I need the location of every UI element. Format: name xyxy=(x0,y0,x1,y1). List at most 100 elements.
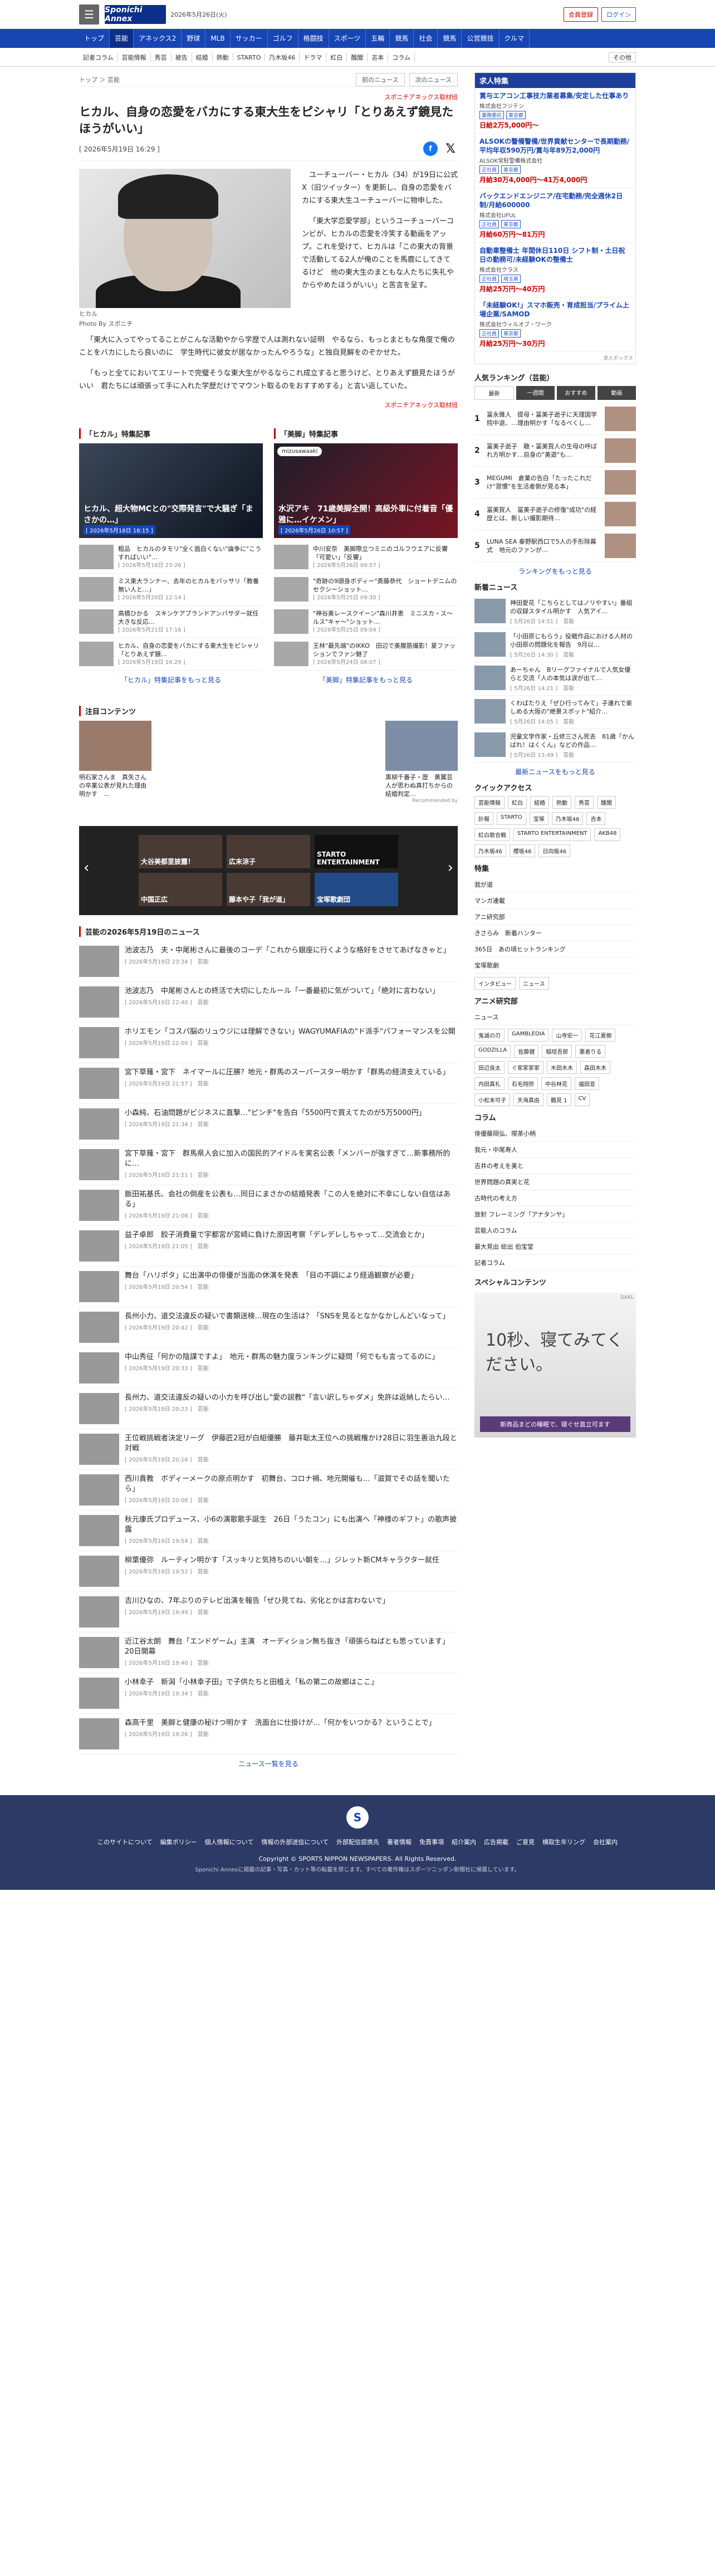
quickaccess-item[interactable]: STARTO xyxy=(497,812,526,825)
anime-link[interactable]: 鶴見 1 xyxy=(547,1093,571,1106)
ranking-item[interactable]: 4 冨美賀人 冨美子逝子の修復"成功"の経歴とは、新しい撮影期待… xyxy=(474,498,636,530)
anime-link[interactable]: GAMBLEDIA xyxy=(508,1029,549,1042)
ranking-item[interactable]: 2 冨美子逝子 聴・冨美賀人の生母の呼ばれ方明かす…自身の"美遊"も… xyxy=(474,435,636,467)
newnews-item[interactable]: あーちゃん Bリーグファイナルで人気女優らと交流「人の本気は涙が出て… [ 5月2… xyxy=(474,662,636,696)
feature-item[interactable]: 中川安奈 美脚際立つミニのゴルフウエアに反響「可愛い」「反響」 [ 2026年5月… xyxy=(274,541,458,574)
footer-logo-icon[interactable]: S xyxy=(346,1806,369,1829)
attention-card[interactable]: 黒柳千番子・歴 黄翼芸人が思わぬ真打ちからの結婚判定… Recommended … xyxy=(385,721,458,804)
news-item[interactable]: ホリエモン「コスパ脳のリュウジには理解できない」WAGYUMAFIAの"ド派手"… xyxy=(79,1023,458,1063)
news-item[interactable]: 森高千里 美脚と健康の秘けつ明かす 洗面台に仕掛けが…「何かをいつかる？というこ… xyxy=(79,1714,458,1754)
ranking-tab[interactable]: おすすめ xyxy=(557,386,595,400)
news-item[interactable]: 小森純、石油問題がビジネスに直撃…"ピンチ"を告白「5500円で買えてたのが5万… xyxy=(79,1104,458,1145)
footer-link[interactable]: 紹介案内 xyxy=(452,1837,476,1846)
carousel-card[interactable]: 広末涼子 xyxy=(227,835,310,868)
attention-card[interactable]: 明石家さんま 真矢さんの卒業公表が見れた理由明かす … xyxy=(79,721,151,804)
quickaccess-item[interactable]: 訃報 xyxy=(474,812,493,825)
carousel-card[interactable]: 藤本や子「我が道」 xyxy=(227,873,310,906)
newslist-more-link[interactable]: ニュース一覧を見る xyxy=(79,1759,458,1768)
subnav-item[interactable]: ドラマ xyxy=(300,53,327,62)
subnav-item[interactable]: 芸能情報 xyxy=(118,53,151,62)
nav-item[interactable]: 競馬 xyxy=(390,29,414,48)
anime-link[interactable]: 田辺良太 xyxy=(474,1061,505,1074)
nav-item[interactable]: ゴルフ xyxy=(268,29,298,48)
feature-item[interactable]: "神谷美レースクイーン"森川井恵 ミニスカ・ス〜ルス"キャ〜"ショット… [ 20… xyxy=(274,606,458,638)
nav-item[interactable]: 社会 xyxy=(414,29,438,48)
ranking-tab[interactable]: 最新 xyxy=(474,386,514,400)
anime-link[interactable]: 中谷林花 xyxy=(541,1077,571,1090)
subnav-item[interactable]: 秀芸 xyxy=(151,53,172,62)
footer-link[interactable]: 個人情報について xyxy=(205,1837,254,1846)
news-item[interactable]: 長州小力、道交法違反の疑いで書類送検…現在の生活は？「SNSを見るとなかなかしん… xyxy=(79,1307,458,1348)
anime-link[interactable]: 悪者りる xyxy=(575,1045,606,1058)
x-share-icon[interactable]: 𝕏 xyxy=(443,141,458,156)
feature-item[interactable]: ミス東大ランナー、去年のヒカルをバッサリ「教養無い人と…」 [ 2026年5月20… xyxy=(79,574,263,606)
nav-item[interactable]: 競馬 xyxy=(438,29,462,48)
nav-item[interactable]: スポーツ xyxy=(329,29,366,48)
news-item[interactable]: 小林幸子 新潟「小林幸子田」で子供たちと田植え「私の第二の故郷はここ」 [ 202… xyxy=(79,1673,458,1714)
tokusyu-item[interactable]: マンガ連載 xyxy=(474,893,636,909)
sidebar-ad[interactable]: DAKL 10秒、寝てみてください。 新商品まどの睡眠で、寝ぐせ直立可ます xyxy=(474,1293,636,1438)
chevron-left-icon[interactable]: ‹ xyxy=(84,859,89,876)
news-item[interactable]: 池波志乃 夫・中尾彬さんに最後のコーデ「これから銀座に行くような格好をさせてあげ… xyxy=(79,941,458,982)
carousel-card[interactable]: 大谷美都里披露！ xyxy=(139,835,222,868)
feature-item[interactable]: ヒカル、自身の恋愛をバカにする東大生をピシャリ「とりあえず鏡…[ 2026年5月… xyxy=(79,638,263,671)
anime-link[interactable]: ぐ家家家家 xyxy=(508,1061,543,1074)
tokusyu-item[interactable]: 宝塚歌劇 xyxy=(474,957,636,974)
subnav-item[interactable]: 熱動 xyxy=(213,53,233,62)
nav-item[interactable]: 五輪 xyxy=(366,29,390,48)
subnav-item[interactable]: コラム xyxy=(388,53,415,62)
site-logo[interactable]: Sponichi Annex xyxy=(105,5,166,24)
nav-item[interactable]: 野球 xyxy=(182,29,206,48)
anime-link[interactable]: 福田宣 xyxy=(575,1077,599,1090)
anime-link[interactable]: 内田真礼 xyxy=(474,1077,505,1090)
tokusyu-tab[interactable]: ニュース xyxy=(519,977,549,990)
anime-link[interactable]: 森田木木 xyxy=(580,1061,610,1074)
ranking-item[interactable]: 5 LUNA SEA 秦野駅西口で5人の手形除幕式 地元のファンが… xyxy=(474,530,636,562)
column-item[interactable]: 古時代の考え方 xyxy=(474,1190,636,1206)
newnews-item[interactable]: 児童文学作家・丘修三さん死去 81歳「かんばれ！はくくん」などの作品… [ 5月2… xyxy=(474,729,636,762)
anime-link[interactable]: 天海真由 xyxy=(513,1093,543,1106)
quickaccess-item[interactable]: 熱動 xyxy=(552,796,571,809)
anime-news-tab[interactable]: ニュース xyxy=(474,1009,636,1025)
news-item[interactable]: 近江谷太朗 舞台「エンドゲーム」主演 オーディション無ち抜き「頑張らねばとも思っ… xyxy=(79,1632,458,1673)
menu-icon[interactable]: ☰ xyxy=(79,4,99,25)
anime-link[interactable]: CV xyxy=(574,1093,590,1106)
prev-news-button[interactable]: 前のニュース xyxy=(356,72,405,86)
newnews-item[interactable]: 「小田原じもらう」役戦作品における人材の小田原の問題化を報告 9月以… [ 5月2… xyxy=(474,629,636,662)
feature-big-card[interactable]: ヒカル、超大物MCとの"交際発言"で大騒ぎ「まさかの…」 [ 2026年5月18… xyxy=(79,443,263,538)
subnav-item[interactable]: 紅白 xyxy=(326,53,347,62)
carousel-card[interactable]: STARTO ENTERTAINMENT xyxy=(315,835,398,868)
anime-link[interactable]: GODZILLA xyxy=(474,1045,511,1058)
job-item[interactable]: ALSOKの警備警備/世界貢献センターで長期勤務/平均年収590万円/賞与年89… xyxy=(475,134,635,188)
feature-item[interactable]: "奇跡の9頭身ボディー"斎藤恭代 ショートデニムのセクシーショット… [ 2026… xyxy=(274,574,458,606)
news-item[interactable]: 池波志乃 中尾彬さんとの終活で大切にしたルール「一番最初に気がついて」「絶対に言… xyxy=(79,982,458,1023)
news-item[interactable]: 益子卓郎 餃子消費量で宇都宮が宮崎に負けた原因考察「デレデレしちゃって…交流会と… xyxy=(79,1226,458,1267)
chevron-right-icon[interactable]: › xyxy=(448,859,453,876)
ranking-item[interactable]: 1 冨永雅人 提母・冨美子逝子に天理国学院中退、…理由明かす「なるべくし… xyxy=(474,403,636,435)
tokusyu-item[interactable]: きさらみ 新着ハンター xyxy=(474,925,636,941)
job-source[interactable]: 求人ボックス xyxy=(475,352,635,364)
anime-link[interactable]: 石毛翔弥 xyxy=(508,1077,538,1090)
register-button[interactable]: 会員登録 xyxy=(564,7,598,22)
quickaccess-item[interactable]: 芸能情報 xyxy=(474,796,505,809)
nav-item[interactable]: 格闘技 xyxy=(298,29,329,48)
feature-item[interactable]: 王林"最先端"のIKKO 田辺で美腹筋撮影！夏ファッションでファン魅了[ 202… xyxy=(274,638,458,671)
footer-link[interactable]: 免責事項 xyxy=(419,1837,444,1846)
quickaccess-item[interactable]: 吉本 xyxy=(586,812,606,825)
ranking-tab[interactable]: 動画 xyxy=(598,386,636,400)
news-item[interactable]: 吉川ひなの、7年ぶりのテレビ出演を報告「ぜひ見てね、劣化とかは言わないで」 [ 2… xyxy=(79,1592,458,1632)
nav-item[interactable]: アネックス2 xyxy=(134,29,182,48)
breadcrumb[interactable]: トップ ＞ 芸能 xyxy=(79,75,120,84)
news-item[interactable]: 長州力、道交法違反の疑いの小力を呼び出し"愛の説教"「言い訳しちゃダメ」免許は返… xyxy=(79,1389,458,1429)
quickaccess-item[interactable]: 紅白歌合戦 xyxy=(474,828,510,841)
footer-link[interactable]: 情報の外部送信について xyxy=(261,1837,329,1846)
nav-item[interactable]: クルマ xyxy=(499,29,530,48)
anime-link[interactable]: 小松未可子 xyxy=(474,1093,510,1106)
quickaccess-item[interactable]: 宝塚 xyxy=(529,812,549,825)
quickaccess-item[interactable]: 結婚 xyxy=(530,796,549,809)
quickaccess-item[interactable]: 醜聞 xyxy=(597,796,616,809)
subnav-item[interactable]: 乃木坂46 xyxy=(265,53,300,62)
quickaccess-item[interactable]: AKB48 xyxy=(594,828,621,841)
ranking-item[interactable]: 3 MEGUMI 倉業の告白「たったこれだけ"習慣"を生活者側が見る本」 xyxy=(474,467,636,498)
column-item[interactable]: 我元・中尾寿人 xyxy=(474,1142,636,1158)
